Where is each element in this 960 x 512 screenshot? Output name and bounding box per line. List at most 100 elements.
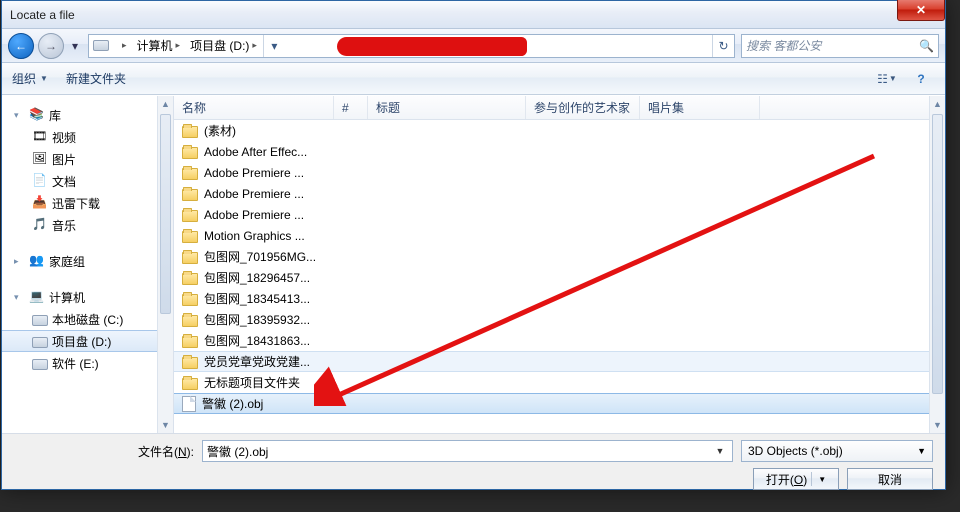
- nav-drive-d[interactable]: 项目盘 (D:): [2, 330, 173, 352]
- chevron-down-icon: ▾: [72, 39, 78, 53]
- folder-row[interactable]: Adobe Premiere ...: [174, 204, 945, 225]
- col-title[interactable]: 标题: [368, 96, 526, 119]
- folder-row[interactable]: (素材): [174, 120, 945, 141]
- folder-row[interactable]: 包图网_18296457...: [174, 267, 945, 288]
- file-row[interactable]: 警徽 (2).obj: [174, 393, 945, 414]
- titlebar[interactable]: Locate a file ✕: [2, 1, 945, 29]
- nav-label: 文档: [52, 173, 76, 190]
- folder-row[interactable]: 党员党章党政党建...: [174, 351, 945, 372]
- nav-pictures[interactable]: 🖼图片: [2, 148, 173, 170]
- folder-icon: [182, 189, 198, 201]
- new-folder-button[interactable]: 新建文件夹: [66, 70, 126, 87]
- folder-row[interactable]: Motion Graphics ...: [174, 225, 945, 246]
- chevron-down-icon: ▼: [917, 446, 926, 456]
- folder-row[interactable]: 包图网_18345413...: [174, 288, 945, 309]
- close-button[interactable]: ✕: [897, 0, 945, 21]
- nav-music[interactable]: 🎵音乐: [2, 214, 173, 236]
- col-number[interactable]: #: [334, 96, 368, 119]
- chevron-right-icon: ▸: [122, 40, 127, 51]
- nav-thunder[interactable]: 📥迅雷下载: [2, 192, 173, 214]
- help-icon: ?: [917, 72, 924, 86]
- scroll-down-icon[interactable]: ▼: [930, 417, 945, 433]
- file-name: 党员党章党政党建...: [204, 353, 310, 370]
- breadcrumb-drive[interactable]: 项目盘 (D:) ▸: [186, 35, 263, 57]
- folder-icon: [182, 252, 198, 264]
- nav-history-button[interactable]: ▾: [68, 33, 82, 59]
- nav-label: 图片: [52, 151, 76, 168]
- nav-label: 家庭组: [49, 253, 85, 270]
- scrollbar-thumb[interactable]: [160, 114, 171, 314]
- folder-row[interactable]: Adobe Premiere ...: [174, 183, 945, 204]
- file-name: 包图网_701956MG...: [204, 248, 316, 265]
- column-headers: 名称 # 标题 参与创作的艺术家 唱片集: [174, 96, 945, 120]
- open-button[interactable]: 打开(O) ▼: [753, 468, 839, 490]
- list-scrollbar[interactable]: ▲ ▼: [929, 96, 945, 433]
- help-button[interactable]: ?: [907, 68, 935, 90]
- nav-label: 本地磁盘 (C:): [52, 311, 123, 328]
- filter-label: 3D Objects (*.obj): [748, 444, 843, 458]
- nav-computer[interactable]: ▾ 💻 计算机: [2, 286, 173, 308]
- file-type-filter[interactable]: 3D Objects (*.obj) ▼: [741, 440, 933, 462]
- cancel-button[interactable]: 取消: [847, 468, 933, 490]
- scroll-up-icon[interactable]: ▲: [930, 96, 945, 112]
- folder-row[interactable]: 包图网_18431863...: [174, 330, 945, 351]
- nav-row: ← → ▾ ▸ 计算机 ▸ 项目盘 (D:) ▸ ▾ ↻ 搜索 客都公安 🔍: [2, 29, 945, 63]
- address-bar[interactable]: ▸ 计算机 ▸ 项目盘 (D:) ▸ ▾ ↻: [88, 34, 735, 58]
- arrow-right-icon: →: [45, 39, 57, 53]
- back-button[interactable]: ←: [8, 33, 34, 59]
- folder-icon: [182, 126, 198, 138]
- file-open-dialog: Locate a file ✕ ← → ▾ ▸ 计算机 ▸ 项目盘 (D:) ▸…: [1, 0, 946, 490]
- nav-library[interactable]: ▾ 📚 库: [2, 104, 173, 126]
- scrollbar-thumb[interactable]: [932, 114, 943, 394]
- nav-label: 音乐: [52, 217, 76, 234]
- file-name: 无标题项目文件夹: [204, 374, 300, 391]
- folder-row[interactable]: 包图网_701956MG...: [174, 246, 945, 267]
- nav-videos[interactable]: 🎞视频: [2, 126, 173, 148]
- col-artists[interactable]: 参与创作的艺术家: [526, 96, 640, 119]
- nav-drive-e[interactable]: 软件 (E:): [2, 352, 173, 374]
- scroll-down-icon[interactable]: ▼: [158, 417, 173, 433]
- drive-icon: [32, 337, 48, 348]
- nav-label: 软件 (E:): [52, 355, 99, 372]
- breadcrumb-sep-root[interactable]: ▸: [115, 35, 133, 57]
- file-name: Adobe After Effec...: [204, 145, 307, 159]
- col-label: 唱片集: [648, 99, 684, 116]
- folder-icon: [182, 210, 198, 222]
- nav-homegroup[interactable]: ▸ 👥 家庭组: [2, 250, 173, 272]
- folder-row[interactable]: 无标题项目文件夹: [174, 372, 945, 393]
- filename-input[interactable]: 警徽 (2).obj ▼: [202, 440, 733, 462]
- expand-icon: ▸: [14, 256, 25, 267]
- refresh-button[interactable]: ↻: [712, 35, 734, 57]
- chevron-down-icon: ▾: [271, 39, 277, 53]
- nav-label: 库: [49, 107, 61, 124]
- folder-row[interactable]: Adobe After Effec...: [174, 141, 945, 162]
- nav-drive-c[interactable]: 本地磁盘 (C:): [2, 308, 173, 330]
- nav-documents[interactable]: 📄文档: [2, 170, 173, 192]
- arrow-left-icon: ←: [15, 39, 27, 53]
- folder-row[interactable]: Adobe Premiere ...: [174, 162, 945, 183]
- scroll-up-icon[interactable]: ▲: [158, 96, 173, 112]
- folder-icon: [182, 357, 198, 369]
- file-name: Adobe Premiere ...: [204, 208, 304, 222]
- search-input[interactable]: 搜索 客都公安 🔍: [741, 34, 939, 58]
- folder-row[interactable]: 包图网_18395932...: [174, 309, 945, 330]
- toolbar: 组织 ▼ 新建文件夹 ☷▼ ?: [2, 63, 945, 95]
- navpane-scrollbar[interactable]: ▲ ▼: [157, 96, 173, 433]
- organize-menu[interactable]: 组织 ▼: [12, 70, 48, 87]
- redacted-path: [337, 37, 527, 56]
- address-dropdown[interactable]: ▾: [263, 35, 285, 57]
- library-icon: 📚: [29, 107, 45, 123]
- col-label: #: [342, 101, 349, 115]
- col-album[interactable]: 唱片集: [640, 96, 760, 119]
- file-name: 包图网_18296457...: [204, 269, 310, 286]
- view-mode-button[interactable]: ☷▼: [873, 68, 901, 90]
- download-icon: 📥: [32, 195, 48, 211]
- computer-icon: 💻: [29, 289, 45, 305]
- refresh-icon: ↻: [718, 39, 728, 53]
- chevron-down-icon[interactable]: ▼: [712, 446, 728, 456]
- forward-button[interactable]: →: [38, 33, 64, 59]
- col-name[interactable]: 名称: [174, 96, 334, 119]
- new-folder-label: 新建文件夹: [66, 70, 126, 87]
- folder-icon: [182, 147, 198, 159]
- breadcrumb-computer[interactable]: 计算机 ▸: [133, 35, 187, 57]
